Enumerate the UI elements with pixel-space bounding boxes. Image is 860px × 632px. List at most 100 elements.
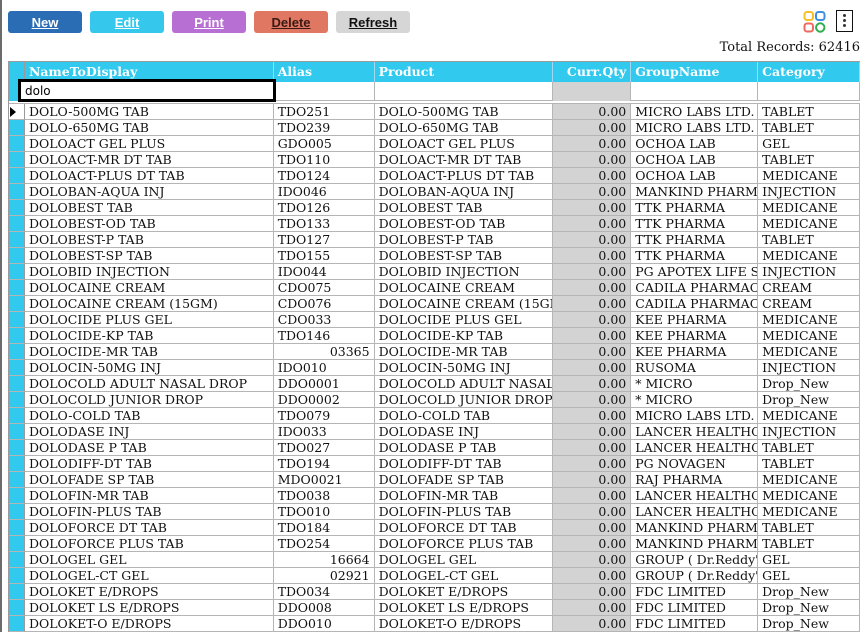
table-row[interactable]: DOLOCOLD JUNIOR DROP DDO0002 DOLOCOLD JU… <box>9 392 860 408</box>
table-row[interactable]: DOLOFIN-PLUS TAB TDO010 DOLOFIN-PLUS TAB… <box>9 504 860 520</box>
table-row[interactable]: DOLOCIDE-KP TAB TDO146 DOLOCIDE-KP TAB 0… <box>9 328 860 344</box>
table-row[interactable]: DOLOKET-O E/DROPS DDO010 DOLOKET-O E/DRO… <box>9 616 860 632</box>
edit-button[interactable]: Edit <box>90 11 164 33</box>
new-button-label: New <box>31 14 59 30</box>
cell-name: DOLOBEST-SP TAB <box>24 248 274 264</box>
row-selector[interactable] <box>9 264 25 280</box>
row-selector[interactable] <box>9 552 25 568</box>
row-selector[interactable] <box>9 488 25 504</box>
row-selector[interactable] <box>9 440 25 456</box>
cell-curr-qty: 0.00 <box>553 136 632 152</box>
row-selector[interactable] <box>9 456 25 472</box>
table-row[interactable]: DOLOCAINE CREAM (15GM) CDO076 DOLOCAINE … <box>9 296 860 312</box>
table-row[interactable]: DOLODIFF-DT TAB TDO194 DOLODIFF-DT TAB 0… <box>9 456 860 472</box>
table-row[interactable]: DOLOBEST-OD TAB TDO133 DOLOBEST-OD TAB 0… <box>9 216 860 232</box>
row-selector[interactable] <box>9 168 25 184</box>
cell-curr-qty: 0.00 <box>553 520 632 536</box>
row-selector[interactable] <box>9 216 25 232</box>
row-selector[interactable] <box>9 312 25 328</box>
row-selector[interactable] <box>9 392 25 408</box>
cell-alias: 03365 <box>273 344 375 360</box>
row-selector[interactable] <box>9 280 25 296</box>
column-header-alias[interactable]: Alias <box>274 62 375 82</box>
cell-alias: TDO034 <box>273 584 375 600</box>
table-row[interactable]: DOLOBAN-AQUA INJ IDO046 DOLOBAN-AQUA INJ… <box>9 184 860 200</box>
row-selector[interactable] <box>9 136 25 152</box>
row-selector[interactable] <box>9 328 25 344</box>
table-row[interactable]: DOLOBEST-SP TAB TDO155 DOLOBEST-SP TAB 0… <box>9 248 860 264</box>
column-header-product[interactable]: Product <box>375 62 554 82</box>
table-row[interactable]: DOLOCAINE CREAM CDO075 DOLOCAINE CREAM 0… <box>9 280 860 296</box>
row-selector[interactable] <box>9 120 25 136</box>
table-row[interactable]: DOLODASE INJ IDO033 DOLODASE INJ 0.00 LA… <box>9 424 860 440</box>
table-row[interactable]: DOLOCOLD ADULT NASAL DROP DDO0001 DOLOCO… <box>9 376 860 392</box>
table-row[interactable]: DOLOACT-MR DT TAB TDO110 DOLOACT-MR DT T… <box>9 152 860 168</box>
column-header-curr-qty[interactable]: Curr.Qty <box>553 62 632 82</box>
cell-curr-qty: 0.00 <box>553 152 632 168</box>
table-row[interactable]: DOLOACT GEL PLUS GDO005 DOLOACT GEL PLUS… <box>9 136 860 152</box>
filter-cell-group-name[interactable] <box>631 82 759 101</box>
table-row[interactable]: DOLOBEST TAB TDO126 DOLOBEST TAB 0.00 TT… <box>9 200 860 216</box>
table-row[interactable]: DOLOFORCE PLUS TAB TDO254 DOLOFORCE PLUS… <box>9 536 860 552</box>
row-selector[interactable] <box>9 408 25 424</box>
row-selector[interactable] <box>9 520 25 536</box>
row-selector[interactable] <box>9 568 25 584</box>
row-selector[interactable] <box>9 200 25 216</box>
name-filter-input[interactable] <box>18 79 276 102</box>
row-selector[interactable] <box>9 296 25 312</box>
table-row[interactable]: DOLO-COLD TAB TDO079 DOLO-COLD TAB 0.00 … <box>9 408 860 424</box>
refresh-button[interactable]: Refresh <box>336 11 410 33</box>
table-row[interactable]: DOLOFADE SP TAB MDO0021 DOLOFADE SP TAB … <box>9 472 860 488</box>
cell-product: DOLO-650MG TAB <box>374 120 554 136</box>
row-selector[interactable] <box>9 232 25 248</box>
table-row[interactable]: DOLOFORCE DT TAB TDO184 DOLOFORCE DT TAB… <box>9 520 860 536</box>
row-selector[interactable] <box>9 584 25 600</box>
filter-cell-product[interactable] <box>375 82 554 101</box>
row-selector[interactable] <box>9 344 25 360</box>
row-selector[interactable] <box>9 248 25 264</box>
table-row[interactable]: DOLO-500MG TAB TDO251 DOLO-500MG TAB 0.0… <box>9 104 860 120</box>
column-header-group-name[interactable]: GroupName <box>631 62 759 82</box>
row-selector[interactable] <box>9 104 25 120</box>
new-button[interactable]: New <box>8 11 82 33</box>
row-selector[interactable] <box>9 504 25 520</box>
table-row[interactable]: DOLOBEST-P TAB TDO127 DOLOBEST-P TAB 0.0… <box>9 232 860 248</box>
filter-cell-alias[interactable] <box>274 82 375 101</box>
more-options-button[interactable] <box>836 10 853 32</box>
table-row[interactable]: DOLOBID INJECTION IDO044 DOLOBID INJECTI… <box>9 264 860 280</box>
filter-cell-category[interactable] <box>758 82 860 101</box>
table-row[interactable]: DOLOCIN-50MG INJ IDO010 DOLOCIN-50MG INJ… <box>9 360 860 376</box>
filter-cell-curr-qty[interactable] <box>553 82 632 101</box>
table-row[interactable]: DOLOACT-PLUS DT TAB TDO124 DOLOACT-PLUS … <box>9 168 860 184</box>
table-row[interactable]: DOLO-650MG TAB TDO239 DOLO-650MG TAB 0.0… <box>9 120 860 136</box>
row-selector[interactable] <box>9 616 25 632</box>
table-row[interactable]: DOLODASE P TAB TDO027 DOLODASE P TAB 0.0… <box>9 440 860 456</box>
toolbar: New Edit Print Delete Refresh <box>8 11 410 33</box>
table-row[interactable]: DOLOGEL-CT GEL 02921 DOLOGEL-CT GEL 0.00… <box>9 568 860 584</box>
cell-name: DOLOACT-PLUS DT TAB <box>24 168 274 184</box>
cell-curr-qty: 0.00 <box>553 392 632 408</box>
table-row[interactable]: DOLOCIDE PLUS GEL CDO033 DOLOCIDE PLUS G… <box>9 312 860 328</box>
row-selector[interactable] <box>9 360 25 376</box>
row-selector[interactable] <box>9 472 25 488</box>
row-selector[interactable] <box>9 600 25 616</box>
row-selector[interactable] <box>9 536 25 552</box>
table-row[interactable]: DOLOFIN-MR TAB TDO038 DOLOFIN-MR TAB 0.0… <box>9 488 860 504</box>
table-row[interactable]: DOLOKET LS E/DROPS DDO008 DOLOKET LS E/D… <box>9 600 860 616</box>
apps-grid-icon[interactable] <box>803 11 827 33</box>
row-selector[interactable] <box>9 152 25 168</box>
table-row[interactable]: DOLOCIDE-MR TAB 03365 DOLOCIDE-MR TAB 0.… <box>9 344 860 360</box>
row-selector[interactable] <box>9 376 25 392</box>
cell-curr-qty: 0.00 <box>553 488 632 504</box>
cell-product: DOLO-500MG TAB <box>374 104 554 120</box>
cell-product: DOLOCIDE-KP TAB <box>374 328 554 344</box>
column-header-category[interactable]: Category <box>758 62 860 82</box>
cell-group-name: OCHOA LAB <box>631 136 759 152</box>
table-row[interactable]: DOLOKET E/DROPS TDO034 DOLOKET E/DROPS 0… <box>9 584 860 600</box>
row-selector[interactable] <box>9 424 25 440</box>
cell-category: TABLET <box>758 232 860 248</box>
table-row[interactable]: DOLOGEL GEL 16664 DOLOGEL GEL 0.00 GROUP… <box>9 552 860 568</box>
row-selector[interactable] <box>9 184 25 200</box>
print-button[interactable]: Print <box>172 11 246 33</box>
delete-button[interactable]: Delete <box>254 11 328 33</box>
